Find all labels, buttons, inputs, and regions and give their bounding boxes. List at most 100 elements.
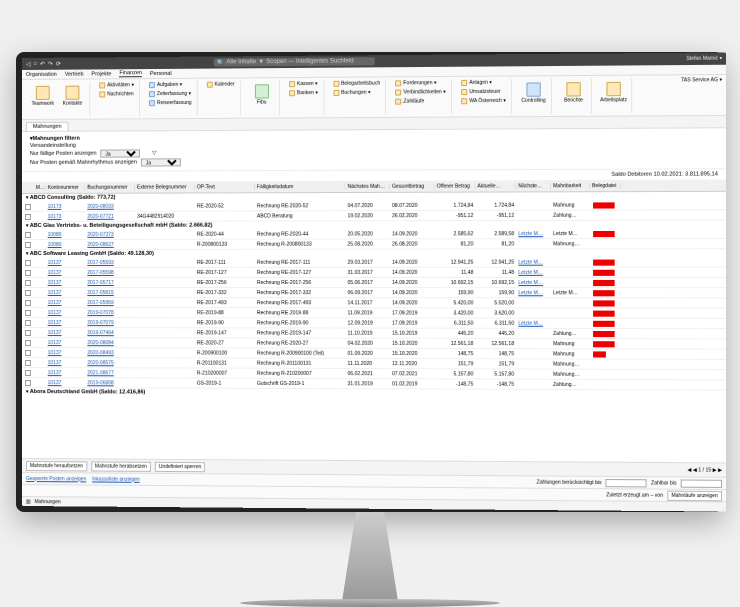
cell-konto[interactable]: 10137 bbox=[46, 339, 86, 345]
table-row[interactable]: 101372017-05598RE-2017-127Rechnung RE-20… bbox=[22, 267, 726, 277]
btn-mahnlaeufe[interactable]: Mahnläufe anzeigen bbox=[667, 490, 722, 501]
row-checkbox[interactable] bbox=[25, 259, 31, 265]
cell-konto[interactable]: 10137 bbox=[46, 319, 86, 325]
table-row[interactable]: 101372017-05815RE-2017-332Rechnung RE-20… bbox=[22, 288, 726, 298]
menu-personal[interactable]: Personal bbox=[150, 70, 172, 76]
cell-konto[interactable]: 10137 bbox=[46, 269, 86, 275]
table-row[interactable]: 101372019-07079RE-2019-90Rechnung RE-201… bbox=[22, 318, 726, 329]
cell-buchung[interactable]: 2020-08084 bbox=[85, 339, 135, 345]
ribbon-banken[interactable]: Banken ▾ bbox=[287, 88, 320, 96]
ribbon-arbeitsplatz[interactable]: Arbeitsplatz bbox=[599, 77, 628, 106]
cell-buchung[interactable]: 2020-08575 bbox=[85, 359, 135, 365]
tab-mahnungen[interactable]: Mahnungen bbox=[26, 121, 69, 130]
cell-konto[interactable]: 10137 bbox=[46, 369, 86, 375]
input-zahlbar-bis[interactable] bbox=[681, 478, 722, 486]
row-checkbox[interactable] bbox=[25, 241, 31, 247]
cell-konto[interactable]: 10137 bbox=[46, 309, 86, 315]
home-icon[interactable]: ⌂ bbox=[33, 60, 37, 66]
global-search[interactable]: 🔍 Alle Inhalte ▼ Scopen — Intelligentes … bbox=[214, 57, 375, 66]
link-inkasso[interactable]: Inkassoliste anzeigen bbox=[92, 475, 140, 481]
table-row[interactable]: 100802020-07373RE-2020-44Rechnung RE-202… bbox=[22, 228, 726, 239]
row-checkbox[interactable] bbox=[25, 213, 31, 219]
table-row[interactable]: 101372017-05959RE-2017-493Rechnung RE-20… bbox=[22, 298, 726, 309]
ribbon-aktivitaeten[interactable]: Aktivitäten ▾ bbox=[97, 81, 136, 89]
cell-buchung[interactable]: 2020-08493 bbox=[85, 349, 135, 355]
cell-buchung[interactable]: 2019-07079 bbox=[85, 319, 135, 325]
ribbon-nachrichten[interactable]: Nachrichten bbox=[97, 90, 136, 98]
ribbon-fibu[interactable]: Fibu bbox=[248, 80, 276, 108]
ribbon-forderungen[interactable]: Forderungen ▾ bbox=[393, 78, 448, 86]
row-checkbox[interactable] bbox=[25, 309, 31, 315]
menu-projekte[interactable]: Projekte bbox=[91, 70, 111, 76]
cell-konto[interactable]: 10173 bbox=[46, 203, 86, 209]
ribbon-kassen[interactable]: Kassen ▾ bbox=[287, 79, 320, 87]
table-row[interactable]: 101372017-05717RE-2017-256Rechnung RE-20… bbox=[22, 277, 726, 287]
pager[interactable]: ◀ ◀ 1 / 15 ▶ ▶ bbox=[687, 466, 722, 472]
ribbon-verbindlichkeiten[interactable]: Verbindlichkeiten ▾ bbox=[393, 88, 448, 96]
cell-buchung[interactable]: 2017-05717 bbox=[85, 279, 135, 285]
row-checkbox[interactable] bbox=[25, 279, 31, 285]
cell-buchung[interactable]: 2019-07464 bbox=[85, 329, 135, 335]
input-zahlungen-bis[interactable] bbox=[606, 478, 647, 486]
company-selector[interactable]: TAS Service AG ▾ bbox=[681, 77, 722, 83]
row-checkbox[interactable] bbox=[25, 369, 31, 375]
filter-rhythmus-select[interactable]: Ja bbox=[141, 158, 181, 166]
cell-aktuelle[interactable]: Letzte M… bbox=[516, 269, 551, 275]
row-checkbox[interactable] bbox=[25, 339, 31, 345]
link-gesperrte[interactable]: Gesperrte Posten anzeigen bbox=[26, 475, 86, 481]
cell-konto[interactable]: 10137 bbox=[46, 359, 86, 365]
ribbon-zahllaeufe[interactable]: Zahlläufe bbox=[393, 97, 448, 105]
cell-aktuelle[interactable]: Letzte M… bbox=[516, 289, 551, 295]
btn-mahnstufe-up[interactable]: Mahnstufe heraufsetzen bbox=[26, 460, 87, 470]
row-checkbox[interactable] bbox=[25, 231, 31, 237]
refresh-icon[interactable]: ⟳ bbox=[56, 60, 61, 67]
redo-icon[interactable]: ↷ bbox=[48, 60, 53, 67]
cell-konto[interactable]: 10080 bbox=[46, 241, 86, 247]
cell-konto[interactable]: 10137 bbox=[46, 379, 86, 385]
cell-buchung[interactable]: 2020-08033 bbox=[85, 203, 135, 209]
cell-konto[interactable]: 10137 bbox=[46, 329, 86, 335]
undo-icon[interactable]: ↶ bbox=[40, 60, 45, 67]
funnel-icon[interactable]: ▽ bbox=[152, 150, 156, 156]
ribbon-anlagen[interactable]: Anlagen ▾ bbox=[459, 78, 508, 86]
cell-buchung[interactable]: 2020-07721 bbox=[85, 213, 135, 219]
table-row[interactable]: 101372019-07078RE-2019-88Rechnung RE-201… bbox=[22, 308, 726, 319]
menu-vertrieb[interactable]: Vertrieb bbox=[65, 71, 84, 77]
ribbon-teamwork[interactable]: Teamwork bbox=[29, 81, 57, 109]
cell-konto[interactable]: 10173 bbox=[46, 213, 86, 219]
cell-konto[interactable]: 10080 bbox=[46, 231, 86, 237]
row-checkbox[interactable] bbox=[25, 329, 31, 335]
row-checkbox[interactable] bbox=[25, 379, 31, 385]
menu-finanzen[interactable]: Finanzen bbox=[119, 70, 142, 77]
ribbon-berichte[interactable]: Berichte bbox=[559, 77, 588, 106]
filter-title[interactable]: ▾Mahnungen filtern bbox=[30, 135, 80, 141]
cell-buchung[interactable]: 2017-05593 bbox=[85, 259, 135, 265]
menu-organisation[interactable]: Organisation bbox=[26, 71, 57, 77]
cell-buchung[interactable]: 2019-07078 bbox=[85, 309, 135, 315]
row-checkbox[interactable] bbox=[25, 289, 31, 295]
cell-buchung[interactable]: 2017-05959 bbox=[85, 299, 135, 305]
row-checkbox[interactable] bbox=[25, 203, 31, 209]
cell-konto[interactable]: 10137 bbox=[46, 259, 86, 265]
btn-sperren[interactable]: Undefiniert sperren bbox=[155, 461, 205, 471]
ribbon-aufgaben[interactable]: Aufgaben ▾ bbox=[147, 80, 194, 88]
table-row[interactable]: 101372019-07464RE-2019-147Rechnung RE-20… bbox=[22, 328, 726, 339]
ribbon-reiseerfassung[interactable]: Reiseerfassung bbox=[147, 98, 194, 106]
row-checkbox[interactable] bbox=[25, 299, 31, 305]
ribbon-kalender[interactable]: Kalender bbox=[205, 80, 237, 88]
ribbon-belegarbeitsbuch[interactable]: Belegarbeitsbuch bbox=[331, 79, 382, 87]
ribbon-zeiterfassung[interactable]: Zeiterfassung ▾ bbox=[147, 89, 194, 97]
ribbon-controlling[interactable]: Controlling bbox=[519, 78, 548, 107]
cell-buchung[interactable]: 2020-08627 bbox=[85, 241, 135, 247]
cell-aktuelle[interactable]: Letzte M… bbox=[516, 259, 551, 265]
btn-mahnstufe-down[interactable]: Mahnstufe herabsetzen bbox=[91, 460, 151, 470]
row-checkbox[interactable] bbox=[25, 319, 31, 325]
ribbon-wa-oesterreich[interactable]: WA Österreich ▾ bbox=[459, 96, 508, 104]
ribbon-buchungen[interactable]: Buchungen ▾ bbox=[331, 88, 382, 96]
cell-buchung[interactable]: 2019-06808 bbox=[85, 379, 135, 385]
cell-konto[interactable]: 10137 bbox=[46, 289, 86, 295]
cell-buchung[interactable]: 2017-05815 bbox=[85, 289, 135, 295]
row-checkbox[interactable] bbox=[25, 349, 31, 355]
table-row[interactable]: 101732020-0772134G4482914020ABCD Beratun… bbox=[22, 210, 726, 222]
cell-konto[interactable]: 10137 bbox=[46, 349, 86, 355]
